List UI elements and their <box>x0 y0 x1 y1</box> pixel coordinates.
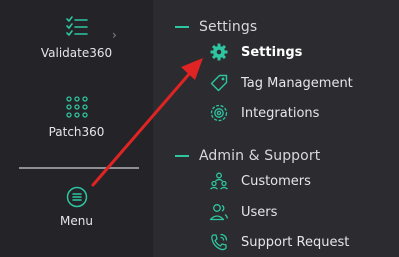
sidebar-item-menu[interactable]: Menu <box>0 186 153 228</box>
menu-item-settings[interactable]: Settings <box>209 42 302 62</box>
support-request-icon <box>211 233 228 251</box>
menu-item-label: Support Request <box>241 234 350 250</box>
sidebar-item-label: Validate360 <box>40 46 113 60</box>
chevron-right-icon: › <box>112 28 117 42</box>
menu-item-users[interactable]: Users <box>209 202 277 222</box>
checklist-icon <box>65 16 88 36</box>
menu-circle-icon <box>66 186 87 208</box>
menu-item-label: Users <box>241 204 278 220</box>
section-dash <box>175 155 189 157</box>
section-header-admin-support: Admin & Support <box>175 147 320 165</box>
sidebar-divider <box>19 167 139 169</box>
section-title: Settings <box>199 19 258 35</box>
menu-item-tag-management[interactable]: Tag Management <box>209 73 353 93</box>
sidebar-item-label: Menu <box>60 214 93 228</box>
menu-item-label: Integrations <box>241 105 320 121</box>
tag-icon <box>210 74 228 92</box>
dot-grid-icon <box>65 96 88 118</box>
menu-panel: Settings Settings Tag Management Integra… <box>153 0 399 257</box>
left-sidebar: Validate360 › Patch360 Menu <box>0 0 153 257</box>
sidebar-item-label: Patch360 <box>48 125 105 139</box>
menu-item-integrations[interactable]: Integrations <box>209 103 319 123</box>
customers-icon <box>210 172 228 190</box>
users-icon <box>209 204 229 221</box>
gear-icon <box>210 43 228 61</box>
section-title: Admin & Support <box>199 148 321 164</box>
menu-item-label: Customers <box>241 173 311 189</box>
section-header-settings: Settings <box>175 18 257 36</box>
sidebar-item-validate360[interactable]: Validate360 <box>0 14 153 60</box>
sidebar-item-patch360[interactable]: Patch360 <box>0 95 153 139</box>
menu-item-support-request[interactable]: Support Request <box>209 232 349 252</box>
integrations-icon <box>210 104 228 122</box>
menu-item-label: Settings <box>241 44 303 60</box>
section-dash <box>175 26 189 28</box>
menu-item-label: Tag Management <box>241 75 353 91</box>
menu-item-customers[interactable]: Customers <box>209 171 311 191</box>
